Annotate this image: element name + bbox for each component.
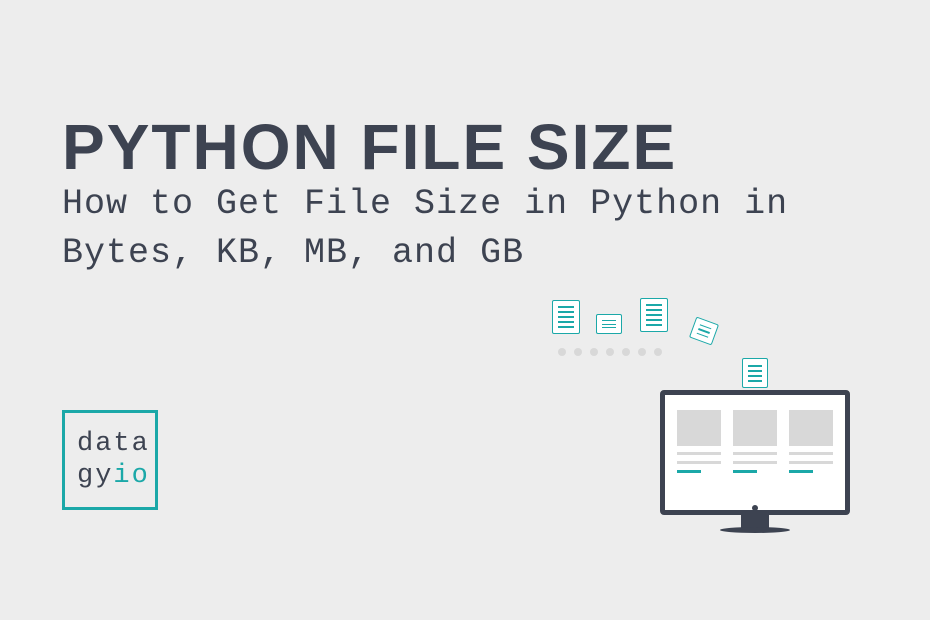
logo-text-line2: gyio bbox=[77, 460, 155, 492]
brand-logo: data gyio bbox=[62, 410, 158, 510]
decorative-dots bbox=[558, 348, 662, 356]
document-icon bbox=[689, 317, 719, 346]
logo-text-line1: data bbox=[77, 428, 155, 460]
document-icon bbox=[552, 300, 580, 334]
monitor-icon bbox=[660, 390, 850, 550]
logo-io: io bbox=[113, 461, 149, 491]
computer-illustration bbox=[540, 290, 870, 570]
document-icon bbox=[640, 298, 668, 332]
logo-gy: gy bbox=[77, 461, 113, 491]
page-subtitle: How to Get File Size in Python in Bytes,… bbox=[62, 180, 842, 278]
document-icon bbox=[596, 314, 622, 334]
document-icon bbox=[742, 358, 768, 388]
page-title: PYTHON FILE SIZE bbox=[62, 110, 677, 184]
